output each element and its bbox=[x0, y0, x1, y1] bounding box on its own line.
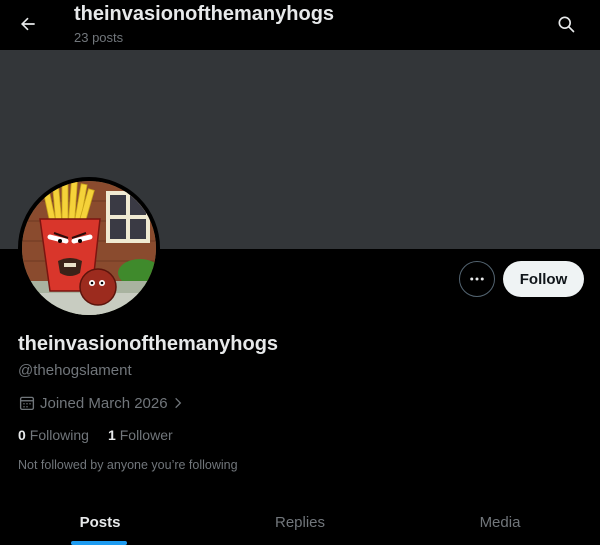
avatar-image bbox=[22, 181, 156, 315]
post-count: 23 posts bbox=[74, 30, 124, 45]
profile-display-name: theinvasionofthemanyhogs bbox=[18, 333, 279, 355]
search-icon bbox=[558, 16, 575, 33]
page-title: theinvasionofthemanyhogs bbox=[74, 3, 335, 25]
following-link[interactable]: 0 Following bbox=[18, 427, 89, 443]
more-dots-icon bbox=[470, 277, 484, 281]
top-bar: theinvasionofthemanyhogs 23 posts bbox=[0, 0, 600, 50]
chevron-right-icon bbox=[171, 396, 185, 410]
tab-replies[interactable]: Replies bbox=[200, 500, 400, 545]
more-options-button[interactable] bbox=[459, 261, 495, 297]
profile-handle: @thehogslament bbox=[18, 362, 132, 379]
calendar-icon bbox=[18, 394, 36, 412]
arrow-left-icon bbox=[21, 17, 35, 31]
following-label: Following bbox=[29, 427, 89, 443]
search-button[interactable] bbox=[548, 6, 584, 42]
tab-media[interactable]: Media bbox=[400, 500, 600, 545]
followers-label: Follower bbox=[119, 427, 173, 443]
followers-link[interactable]: 1 Follower bbox=[108, 427, 173, 443]
following-count: 0 bbox=[18, 427, 26, 443]
joined-date[interactable]: Joined March 2026 bbox=[18, 393, 185, 413]
follow-button[interactable]: Follow bbox=[503, 261, 584, 297]
follow-stats: 0 Following 1 Follower bbox=[18, 427, 192, 443]
profile-tabs: Posts Replies Media bbox=[0, 500, 600, 545]
joined-date-label: Joined March 2026 bbox=[40, 394, 168, 412]
back-button[interactable] bbox=[10, 6, 46, 42]
followers-count: 1 bbox=[107, 427, 116, 443]
active-tab-indicator bbox=[71, 541, 127, 545]
mutual-followers-note: Not followed by anyone you’re following bbox=[18, 458, 238, 472]
avatar[interactable] bbox=[18, 177, 160, 319]
tab-posts[interactable]: Posts bbox=[0, 500, 200, 545]
